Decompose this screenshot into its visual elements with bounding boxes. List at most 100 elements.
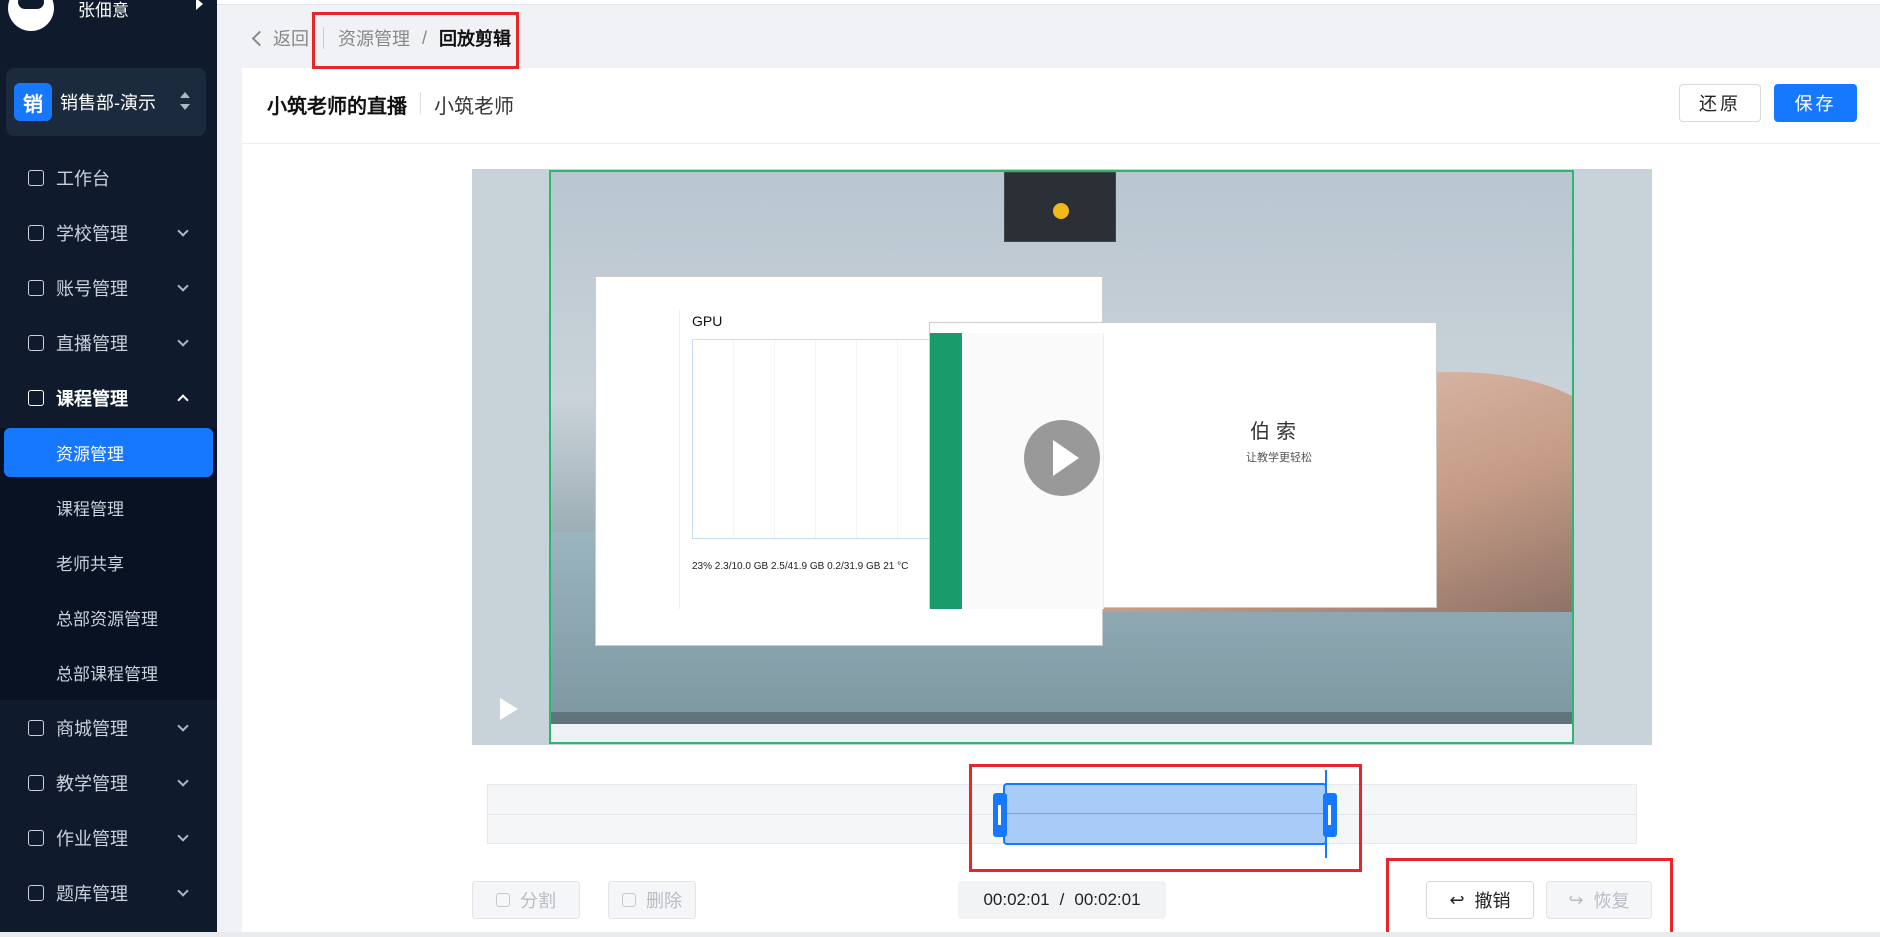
redo-label: 恢复 [1593, 891, 1630, 911]
sidebar-item-label: 账号管理 [56, 278, 128, 299]
restore-button[interactable]: 还原 [1679, 84, 1761, 122]
sidebar-item-label: 老师共享 [56, 555, 124, 574]
play-icon[interactable] [1024, 420, 1100, 496]
trash-icon [622, 893, 636, 907]
department-name: 销售部-演示 [60, 93, 156, 113]
caret-right-icon [196, 0, 203, 10]
chevron-down-icon [177, 280, 189, 292]
breadcrumb-current: 回放剪辑 [439, 29, 512, 49]
sidebar-subitem-hq-resource[interactable]: 总部资源管理 [0, 590, 217, 645]
video-task-manager-sidebar [596, 309, 680, 609]
back-button[interactable]: 返回 [250, 25, 309, 51]
chevron-down-icon [177, 830, 189, 842]
sidebar-item-label: 工作台 [56, 168, 110, 189]
sidebar-item-teaching[interactable]: 教学管理 [0, 755, 217, 810]
user-name: 张佃意 [78, 0, 129, 20]
chevron-down-icon [177, 775, 189, 787]
sidebar-menu: 工作台 学校管理 账号管理 直播管理 课程管理 资源管理 课程管理 老师共享 总… [0, 150, 217, 920]
sidebar: 张佃意 销 销售部-演示 工作台 学校管理 账号管理 直播管理 课程管理 资源管… [0, 0, 217, 937]
undo-button[interactable]: ↩ 撤销 [1426, 881, 1534, 919]
teacher-name: 小筑老师 [434, 96, 514, 118]
video-mini-window [1004, 172, 1116, 242]
undo-label: 撤销 [1474, 891, 1511, 911]
video-app-slogan: 让教学更轻松 [1246, 452, 1312, 464]
chevron-down-icon [177, 720, 189, 732]
clip-start-handle[interactable] [993, 793, 1007, 837]
document-icon [28, 829, 44, 846]
bottom-border [0, 932, 1880, 937]
video-task-manager-heading: GPU [692, 313, 723, 329]
sidebar-subitem-teacher-share[interactable]: 老师共享 [0, 535, 217, 590]
user-icon [28, 279, 44, 296]
shop-icon [28, 719, 44, 736]
undo-icon: ↩ [1449, 889, 1465, 910]
sidebar-item-mall[interactable]: 商城管理 [0, 700, 217, 755]
delete-button[interactable]: 删除 [608, 881, 696, 919]
chevron-down-icon [177, 225, 189, 237]
course-submenu: 资源管理 课程管理 老师共享 总部资源管理 总部课程管理 [0, 428, 217, 700]
tv-icon [28, 334, 44, 351]
scissors-icon [496, 893, 510, 907]
chevron-down-icon [177, 335, 189, 347]
total-time: 00:02:01 [1074, 890, 1141, 909]
avatar [8, 0, 54, 31]
sort-icon [180, 92, 190, 112]
department-badge: 销 [14, 83, 52, 121]
page-header: 小筑老师的直播 小筑老师 还原 保存 [242, 68, 1880, 144]
user-profile[interactable]: 张佃意 [0, 0, 217, 31]
timeline-clip[interactable] [993, 783, 1337, 845]
top-bar [217, 0, 1880, 5]
sidebar-item-question-bank[interactable]: 题库管理 [0, 865, 217, 920]
breadcrumb: 返回 资源管理 / 回放剪辑 [250, 24, 511, 52]
time-separator: / [1059, 890, 1065, 909]
avatar [1053, 203, 1069, 219]
divider [323, 27, 324, 49]
sidebar-subitem-resource[interactable]: 资源管理 [4, 428, 213, 477]
sidebar-item-label: 商城管理 [56, 718, 128, 739]
clip-divider [1005, 813, 1325, 814]
breadcrumb-resource-link[interactable]: 资源管理 [338, 25, 410, 51]
sidebar-item-account[interactable]: 账号管理 [0, 260, 217, 315]
video-app-brand: 伯索 [1250, 421, 1302, 443]
sidebar-subitem-hq-course[interactable]: 总部课程管理 [0, 645, 217, 700]
sidebar-subitem-course[interactable]: 课程管理 [0, 480, 217, 535]
school-icon [28, 224, 44, 241]
time-display: 00:02:01 / 00:02:01 [958, 881, 1166, 919]
divider [420, 92, 421, 114]
play-icon[interactable] [500, 698, 518, 720]
playhead[interactable] [1325, 770, 1327, 858]
sidebar-item-label: 学校管理 [56, 223, 128, 244]
video-app-rail [930, 333, 962, 609]
split-label: 分割 [520, 891, 556, 911]
sidebar-item-course[interactable]: 课程管理 [0, 370, 217, 425]
redo-icon: ↪ [1568, 889, 1584, 910]
chevron-left-icon [251, 30, 268, 46]
book-icon [28, 389, 44, 406]
sidebar-item-school[interactable]: 学校管理 [0, 205, 217, 260]
back-label: 返回 [273, 29, 309, 49]
sidebar-item-label: 总部课程管理 [56, 665, 158, 684]
sidebar-item-label: 课程管理 [56, 388, 128, 409]
course-title: 小筑老师的直播 [267, 96, 407, 118]
sidebar-item-label: 直播管理 [56, 333, 128, 354]
sidebar-item-label: 题库管理 [56, 883, 128, 904]
video-gpu-stats: 23% 2.3/10.0 GB 2.5/41.9 GB 0.2/31.9 GB … [692, 561, 909, 572]
video-app-window: 伯索 让教学更轻松 [929, 322, 1437, 609]
sidebar-item-label: 总部资源管理 [56, 610, 158, 629]
sidebar-item-homework[interactable]: 作业管理 [0, 810, 217, 865]
sidebar-item-label: 资源管理 [56, 445, 124, 464]
save-button[interactable]: 保存 [1774, 84, 1857, 122]
sidebar-item-workbench[interactable]: 工作台 [0, 150, 217, 205]
sidebar-item-label: 课程管理 [56, 500, 124, 519]
video-taskbar [551, 724, 1572, 742]
redo-button[interactable]: ↪ 恢复 [1546, 881, 1652, 919]
delete-label: 删除 [646, 891, 682, 911]
sidebar-item-label: 作业管理 [56, 828, 128, 849]
split-button[interactable]: 分割 [472, 881, 580, 919]
chevron-down-icon [177, 885, 189, 897]
current-time: 00:02:01 [983, 890, 1050, 909]
department-selector[interactable]: 销 销售部-演示 [6, 68, 206, 136]
sidebar-item-live[interactable]: 直播管理 [0, 315, 217, 370]
breadcrumb-separator: / [422, 27, 428, 48]
chart-icon [28, 169, 44, 186]
